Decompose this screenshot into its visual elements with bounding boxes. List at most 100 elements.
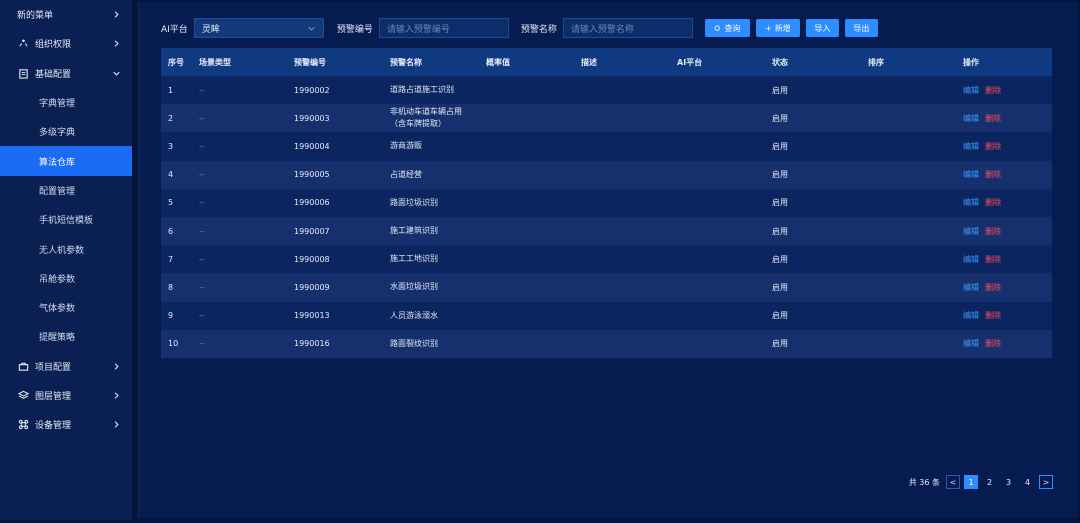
table-row: 5 -- 1990006 路面垃圾识别 启用 编辑 删除 [161, 188, 1052, 217]
cell-scene: -- [199, 170, 205, 180]
delete-link[interactable]: 删除 [985, 311, 1001, 320]
chevron-right-icon [112, 11, 120, 19]
page-2-button[interactable]: 2 [982, 478, 997, 487]
sidebar-subitem-dictionary[interactable]: 字典管理 [0, 88, 132, 117]
edit-link[interactable]: 编辑 [963, 283, 979, 292]
prev-page-button[interactable]: < [946, 475, 960, 489]
sidebar-subitem-label: 配置管理 [39, 186, 76, 197]
cell-name-line2: （含车牌提取） [390, 119, 446, 129]
header-description: 描述 [581, 57, 597, 67]
sidebar: 新的菜单 组织权限 基础配置 字典管理 多级字典 算法仓库 配置管理 手机短信模… [0, 0, 132, 523]
header-actions: 操作 [963, 57, 979, 67]
command-icon [17, 419, 29, 431]
edit-link[interactable]: 编辑 [963, 339, 979, 348]
chevron-down-icon [308, 25, 315, 32]
cell-index: 8 [168, 282, 174, 292]
sidebar-item-layer-management[interactable]: 图层管理 [0, 381, 132, 410]
cell-status: 启用 [772, 113, 788, 123]
cell-scene: -- [199, 113, 205, 123]
next-page-button[interactable]: > [1039, 475, 1053, 489]
edit-link[interactable]: 编辑 [963, 170, 979, 179]
cell-status: 启用 [772, 226, 788, 236]
cell-name: 非机动车道车辆占用 （含车牌提取） [383, 106, 479, 130]
code-input[interactable]: 请输入预警编号 [378, 18, 509, 38]
cell-scene: -- [199, 141, 205, 151]
edit-link[interactable]: 编辑 [963, 198, 979, 207]
cell-scene: -- [199, 226, 205, 236]
delete-link[interactable]: 删除 [985, 339, 1001, 348]
layers-icon [17, 390, 29, 402]
sidebar-item-project-config[interactable]: 项目配置 [0, 352, 132, 381]
page-4-button[interactable]: 4 [1020, 478, 1035, 487]
cell-name-line1: 游商游贩 [390, 141, 422, 151]
chevron-right-icon [112, 40, 120, 48]
cell-code: 1990006 [294, 198, 330, 208]
cell-name: 施工工地识别 [383, 253, 479, 265]
query-button[interactable]: 查询 [704, 19, 750, 37]
import-button-label: 导入 [814, 23, 831, 33]
sidebar-item-device-management[interactable]: 设备管理 [0, 410, 132, 439]
code-input-placeholder: 请输入预警编号 [386, 24, 450, 35]
table-header: 序号 场景类型 预警编号 预警名称 概率值 描述 AI平台 状态 排序 操作 [161, 48, 1052, 76]
delete-link[interactable]: 删除 [985, 114, 1001, 123]
cell-index: 3 [168, 141, 174, 151]
table-row: 9 -- 1990013 人员游泳溺水 启用 编辑 删除 [161, 301, 1052, 330]
cell-scene: -- [199, 311, 205, 321]
cell-index: 6 [168, 226, 174, 236]
cell-actions: 编辑 删除 [956, 169, 1052, 180]
edit-link[interactable]: 编辑 [963, 311, 979, 320]
header-scene: 场景类型 [199, 57, 231, 67]
delete-link[interactable]: 删除 [985, 255, 1001, 264]
cell-name-line1: 非机动车道车辆占用 [390, 107, 462, 117]
delete-link[interactable]: 删除 [985, 170, 1001, 179]
sidebar-subitem-sms-template[interactable]: 手机短信模板 [0, 205, 132, 234]
sidebar-subitem-drone-params[interactable]: 无人机参数 [0, 234, 132, 263]
sidebar-subitem-gas-params[interactable]: 气体参数 [0, 293, 132, 322]
cell-index: 10 [168, 339, 179, 349]
table-row: 6 -- 1990007 施工建筑识别 启用 编辑 删除 [161, 216, 1052, 246]
table-row: 2 -- 1990003 非机动车道车辆占用 （含车牌提取） 启用 编辑 删除 [161, 104, 1052, 133]
delete-link[interactable]: 删除 [985, 86, 1001, 95]
sidebar-subitem-gimbal-params[interactable]: 吊舱参数 [0, 264, 132, 293]
sidebar-subitem-label: 手机短信模板 [39, 216, 94, 227]
delete-link[interactable]: 删除 [985, 142, 1001, 151]
name-input[interactable]: 请输入预警名称 [562, 18, 693, 38]
sidebar-subitem-multilevel-dictionary[interactable]: 多级字典 [0, 117, 132, 146]
alert-table: 序号 场景类型 预警编号 预警名称 概率值 描述 AI平台 状态 排序 操作 1… [161, 48, 1052, 358]
edit-link[interactable]: 编辑 [963, 227, 979, 236]
cell-actions: 编辑 删除 [956, 226, 1052, 237]
cell-code: 1990009 [294, 282, 330, 292]
cell-code: 1990003 [294, 113, 330, 123]
sidebar-item-org-permissions[interactable]: 组织权限 [0, 29, 132, 58]
add-button[interactable]: + 新增 [755, 19, 800, 37]
sidebar-subitem-reminder-strategy[interactable]: 提醒策略 [0, 322, 132, 351]
delete-link[interactable]: 删除 [985, 283, 1001, 292]
cell-name-line1: 路面垃圾识别 [390, 197, 438, 207]
cell-status: 启用 [772, 85, 788, 95]
cell-index: 1 [168, 85, 174, 95]
name-input-placeholder: 请输入预警名称 [570, 24, 634, 35]
export-button[interactable]: 导出 [844, 19, 878, 37]
sidebar-item-basic-config[interactable]: 基础配置 [0, 59, 132, 88]
cell-index: 2 [168, 113, 174, 123]
sidebar-item-label: 项目配置 [35, 362, 72, 373]
sidebar-subitem-algorithm-repository[interactable]: 算法仓库 [0, 146, 132, 176]
edit-link[interactable]: 编辑 [963, 114, 979, 123]
sidebar-item-new-menu[interactable]: 新的菜单 [0, 0, 132, 29]
cell-status: 启用 [772, 170, 788, 180]
page-1-button[interactable]: 1 [964, 475, 978, 489]
edit-link[interactable]: 编辑 [963, 86, 979, 95]
cell-name: 施工建筑识别 [383, 225, 479, 237]
cell-name: 占道经营 [383, 169, 479, 181]
page-3-button[interactable]: 3 [1001, 478, 1016, 487]
sidebar-subitem-config-management[interactable]: 配置管理 [0, 176, 132, 205]
cell-status: 启用 [772, 339, 788, 349]
edit-link[interactable]: 编辑 [963, 142, 979, 151]
delete-link[interactable]: 删除 [985, 227, 1001, 236]
platform-select[interactable]: 灵眸 [193, 18, 324, 38]
header-index: 序号 [168, 57, 184, 67]
sidebar-item-label: 新的菜单 [17, 11, 54, 22]
edit-link[interactable]: 编辑 [963, 255, 979, 264]
import-button[interactable]: 导入 [805, 19, 839, 37]
delete-link[interactable]: 删除 [985, 198, 1001, 207]
